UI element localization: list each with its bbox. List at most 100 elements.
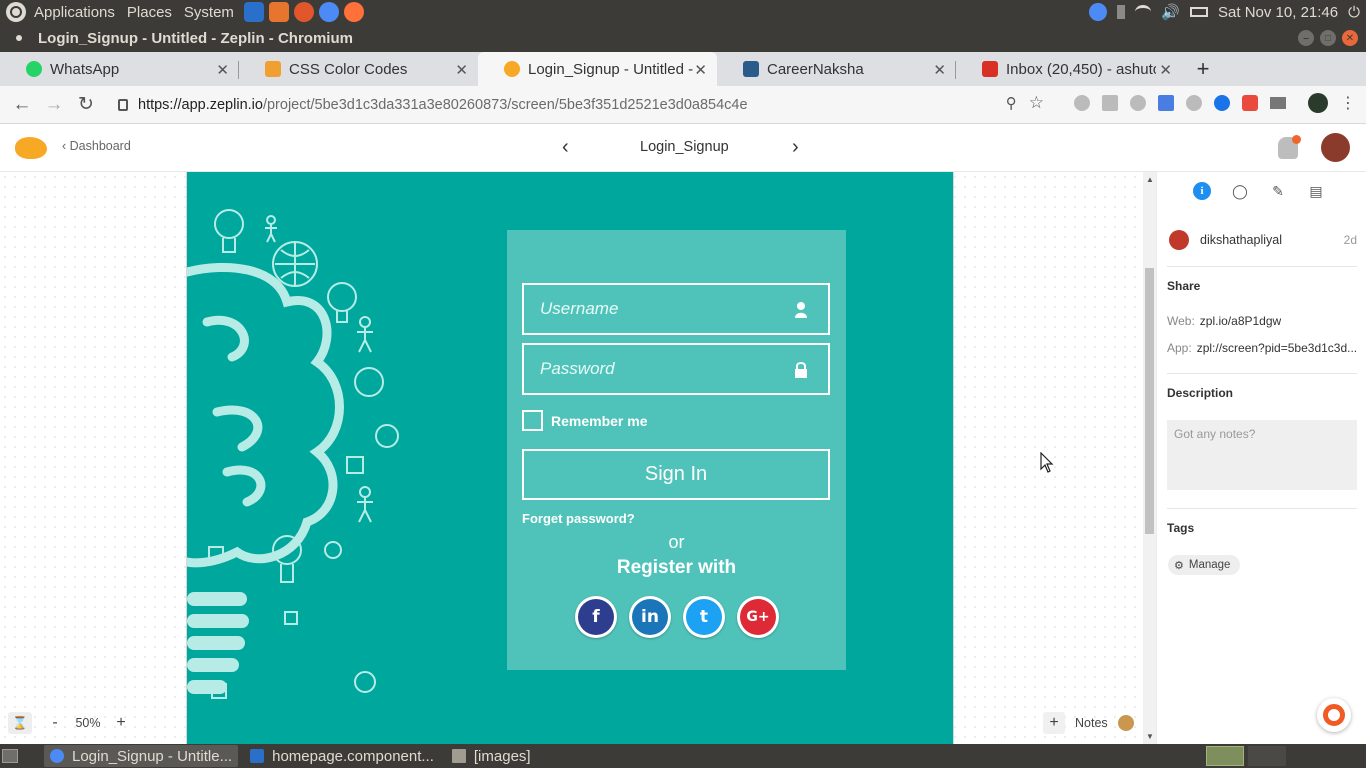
login-card: Username Password Remember me Sign In Fo… <box>507 230 846 670</box>
sign-in-button[interactable]: Sign In <box>522 449 830 500</box>
places-menu[interactable]: Places <box>127 4 172 21</box>
app-link[interactable]: zpl://screen?pid=5be3d1c3d... <box>1197 341 1357 355</box>
canvas-scrollbar[interactable]: ▲ ▼ <box>1143 172 1156 744</box>
minimize-button[interactable]: – <box>1298 30 1314 46</box>
user-avatar[interactable] <box>1321 133 1350 162</box>
chromium-launcher-icon[interactable] <box>318 2 339 22</box>
login-signup-artboard[interactable]: Username Password Remember me Sign In Fo… <box>186 172 954 744</box>
secure-lock-icon[interactable] <box>118 98 128 111</box>
reload-icon[interactable]: ↻ <box>74 93 98 117</box>
linkedin-button[interactable]: in <box>629 596 671 638</box>
wifi-icon[interactable] <box>1135 5 1152 19</box>
monkey-icon[interactable] <box>1117 715 1134 731</box>
task-chromium[interactable]: Login_Signup - Untitle... <box>44 745 239 767</box>
sublime-launcher-icon[interactable] <box>268 2 289 22</box>
vue-extension-icon[interactable] <box>1270 97 1286 109</box>
remember-me-checkbox[interactable] <box>522 410 543 431</box>
clock[interactable]: Sat Nov 10, 21:46 <box>1218 4 1338 21</box>
postman-launcher-icon[interactable] <box>293 2 314 22</box>
screen-owner-row: dikshathapliyal 2d <box>1169 230 1357 250</box>
workspace-2[interactable] <box>1248 746 1286 766</box>
close-tab-icon[interactable]: ✕ <box>455 61 468 79</box>
battery-icon[interactable] <box>1190 7 1209 17</box>
new-tab-button[interactable]: + <box>1188 52 1218 86</box>
address-bar[interactable]: https://app.zeplin.io/project/5be3d1c3da… <box>138 97 748 113</box>
volume-icon[interactable]: 🔊 <box>1161 3 1180 21</box>
notes-toggle[interactable]: Notes <box>1075 716 1108 730</box>
tags-heading: Tags <box>1167 521 1195 535</box>
zoom-in-button[interactable]: + <box>108 712 134 734</box>
info-tab-icon[interactable]: i <box>1193 182 1211 200</box>
workspace-1[interactable] <box>1206 746 1244 766</box>
maximize-button[interactable]: □ <box>1320 30 1336 46</box>
colorzilla-extension-icon[interactable] <box>1242 95 1258 111</box>
close-tab-icon[interactable]: ✕ <box>216 61 229 79</box>
notifications-bell-icon[interactable] <box>1278 135 1301 159</box>
help-lifebuoy-button[interactable] <box>1317 698 1351 732</box>
vscode-launcher-icon[interactable] <box>243 2 264 22</box>
tab-zeplin-active[interactable]: Login_Signup - Untitled - Zeplin ✕ <box>478 52 717 86</box>
scroll-up-arrow-icon[interactable]: ▲ <box>1146 175 1154 184</box>
ublock-extension-icon[interactable] <box>1074 95 1090 111</box>
close-tab-icon[interactable]: ✕ <box>933 61 946 79</box>
design-canvas[interactable]: Username Password Remember me Sign In Fo… <box>0 172 1143 744</box>
back-arrow-icon[interactable]: ← <box>10 93 34 117</box>
firefox-launcher-icon[interactable] <box>343 2 364 22</box>
tab-css-color-codes[interactable]: CSS Color Codes ✕ <box>239 52 478 86</box>
dashboard-back-link[interactable]: ‹ Dashboard <box>62 139 131 153</box>
tab-careernaksha[interactable]: CareerNaksha ✕ <box>717 52 956 86</box>
owner-avatar[interactable] <box>1169 230 1189 250</box>
next-screen-chevron-icon[interactable]: › <box>792 136 799 159</box>
forgot-password-link[interactable]: Forget password? <box>522 511 635 526</box>
zoom-out-button[interactable]: - <box>42 712 68 734</box>
close-tab-icon[interactable]: ✕ <box>1159 61 1172 79</box>
whatfont-extension-icon[interactable] <box>1214 95 1230 111</box>
add-note-button[interactable]: + <box>1043 712 1065 734</box>
scrollbar-thumb[interactable] <box>1145 268 1154 534</box>
qr-extension-icon[interactable] <box>1102 95 1118 111</box>
facebook-button[interactable]: f <box>575 596 617 638</box>
task-images-folder[interactable]: [images] <box>446 745 537 767</box>
remember-me-label: Remember me <box>551 412 648 429</box>
bookmark-star-icon[interactable]: ☆ <box>1029 93 1044 113</box>
linkedin-icon: in <box>632 599 668 635</box>
owner-name[interactable]: dikshathapliyal <box>1200 233 1282 247</box>
close-tab-icon[interactable]: ✕ <box>694 61 707 79</box>
manage-tags-button[interactable]: ⚙ Manage <box>1168 555 1241 575</box>
zeplin-logo-icon[interactable] <box>15 137 47 159</box>
description-textarea[interactable]: Got any notes? <box>1167 420 1357 490</box>
tab-label: CSS Color Codes <box>289 60 408 78</box>
tab-label: Login_Signup - Untitled - Zeplin <box>528 60 698 78</box>
translate-extension-icon[interactable] <box>1158 95 1174 111</box>
bluetooth-icon[interactable] <box>1117 5 1126 19</box>
styleguide-tab-icon[interactable]: ◯ <box>1231 182 1249 200</box>
scroll-down-arrow-icon[interactable]: ▼ <box>1146 732 1154 741</box>
comments-tab-icon[interactable]: ▤ <box>1307 182 1325 200</box>
window-titlebar[interactable]: Login_Signup - Untitled - Zeplin - Chrom… <box>0 24 1366 52</box>
ubuntu-logo-icon[interactable] <box>6 2 26 22</box>
show-desktop-icon[interactable] <box>2 749 18 763</box>
brush-tab-icon[interactable]: ✎ <box>1269 182 1287 200</box>
profile-avatar-icon[interactable] <box>1308 93 1328 113</box>
password-field[interactable]: Password <box>522 343 830 395</box>
tab-gmail-inbox[interactable]: Inbox (20,450) - ashutoshsharma ✕ <box>956 52 1182 86</box>
zoom-magnifier-icon[interactable]: ⚲ <box>1006 94 1017 112</box>
applications-menu[interactable]: Applications <box>34 4 115 21</box>
system-menu[interactable]: System <box>184 4 234 21</box>
task-vscode[interactable]: homepage.component... <box>244 745 440 767</box>
power-icon[interactable]: ⏻ <box>1348 4 1360 21</box>
web-link[interactable]: zpl.io/a8P1dgw <box>1200 314 1281 328</box>
close-window-button[interactable]: ✕ <box>1342 30 1358 46</box>
previous-screen-chevron-icon[interactable]: ‹ <box>562 136 569 159</box>
menu-kebab-icon[interactable]: ⋮ <box>1340 93 1356 113</box>
angular-extension-icon[interactable] <box>1186 95 1202 111</box>
chromium-tray-icon[interactable] <box>1089 3 1108 21</box>
tab-whatsapp[interactable]: WhatsApp ✕ <box>0 52 239 86</box>
hourglass-icon[interactable]: ⌛ <box>8 712 32 734</box>
window-menu-icon[interactable] <box>16 35 22 41</box>
twitter-button[interactable]: t <box>683 596 725 638</box>
forward-arrow-icon[interactable]: → <box>42 93 66 117</box>
username-field[interactable]: Username <box>522 283 830 335</box>
globe-extension-icon[interactable] <box>1130 95 1146 111</box>
google-plus-button[interactable]: G+ <box>737 596 779 638</box>
